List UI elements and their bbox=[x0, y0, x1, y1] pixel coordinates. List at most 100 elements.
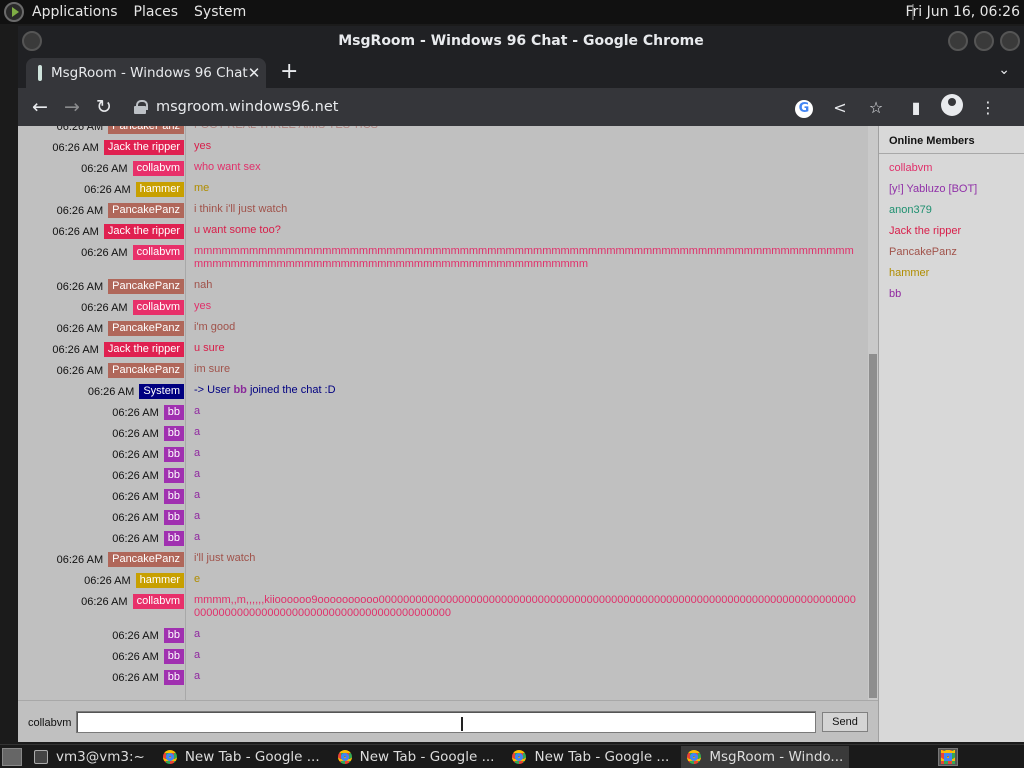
message-meta: 06:26 AM bb bbox=[112, 489, 184, 504]
chat-message: 06:26 AM PancakePanz i'll just watch bbox=[18, 550, 868, 571]
message-input[interactable] bbox=[76, 711, 816, 733]
nickname-label[interactable]: collabvm bbox=[28, 717, 71, 729]
message-meta: 06:26 AM bb bbox=[112, 510, 184, 525]
chat-message: 06:26 AM collabvm mmmm,,m,,,,,,kiioooooo9o… bbox=[18, 592, 868, 626]
address-bar[interactable]: msgroom.windows96.net bbox=[124, 92, 786, 122]
member-item[interactable]: anon379 bbox=[879, 200, 1024, 221]
bookmark-star-icon[interactable]: ☆ bbox=[858, 98, 894, 117]
taskbar-task[interactable]: MsgRoom - Windo... bbox=[681, 745, 850, 768]
taskbar-task[interactable]: vm3@vm3:~ bbox=[28, 746, 151, 768]
distro-logo-icon[interactable] bbox=[4, 2, 24, 22]
window-titlebar[interactable]: MsgRoom - Windows 96 Chat - Google Chrom… bbox=[18, 26, 1024, 56]
member-item[interactable]: bb bbox=[879, 284, 1024, 305]
reload-icon[interactable]: ↻ bbox=[88, 96, 120, 118]
system-text-prefix: -> User bbox=[194, 384, 234, 396]
message-username-badge[interactable]: bb bbox=[163, 649, 184, 664]
share-icon[interactable]: < bbox=[822, 98, 858, 117]
show-desktop-icon[interactable] bbox=[2, 747, 22, 766]
taskbar-task[interactable]: New Tab - Google ... bbox=[332, 746, 501, 768]
chat-log[interactable]: 06:26 AM PancakePanz FOOT REAL THREE AIMS … bbox=[18, 126, 878, 700]
message-meta: 06:26 AM PancakePanz bbox=[57, 363, 184, 378]
message-username-badge[interactable]: PancakePanz bbox=[108, 321, 184, 336]
maximize-button[interactable] bbox=[974, 31, 994, 51]
message-time: 06:26 AM bbox=[52, 343, 99, 356]
message-username-badge[interactable]: PancakePanz bbox=[108, 552, 184, 567]
message-meta: 06:26 AM Jack the ripper bbox=[52, 342, 184, 357]
chat-message: 06:26 AM hammer e bbox=[18, 571, 868, 592]
panel-clock[interactable]: Fri Jun 16, 06:26 bbox=[905, 0, 1020, 24]
close-tab-icon[interactable]: ✕ bbox=[248, 64, 261, 82]
message-time: 06:26 AM bbox=[81, 162, 128, 175]
chat-message: 06:26 AM Jack the ripper u sure bbox=[18, 340, 868, 361]
tab-msgroom[interactable]: MsgRoom - Windows 96 Chat ✕ bbox=[26, 58, 266, 88]
message-time: 06:26 AM bbox=[112, 406, 159, 419]
tray-chrome-icon[interactable] bbox=[938, 748, 958, 766]
message-username-badge[interactable]: bb bbox=[163, 628, 184, 643]
message-username-badge[interactable]: PancakePanz bbox=[108, 126, 184, 134]
minimize-button[interactable] bbox=[948, 31, 968, 51]
lock-icon[interactable] bbox=[134, 100, 148, 114]
message-username-badge[interactable]: bb bbox=[163, 468, 184, 483]
message-username-badge[interactable]: bb bbox=[163, 405, 184, 420]
member-item[interactable]: [y!] Yabluzo [BOT] bbox=[879, 179, 1024, 200]
message-username-badge[interactable]: bb bbox=[163, 426, 184, 441]
page-viewport: 06:26 AM PancakePanz FOOT REAL THREE AIMS … bbox=[18, 126, 1024, 742]
message-username-badge[interactable]: bb bbox=[163, 489, 184, 504]
message-meta: 06:26 AM PancakePanz bbox=[57, 279, 184, 294]
message-username-badge[interactable]: collabvm bbox=[132, 300, 184, 315]
message-text: a bbox=[194, 405, 201, 417]
message-meta: 06:26 AM collabvm bbox=[81, 245, 184, 260]
taskbar: vm3@vm3:~ New Tab - Google ... New Tab - G… bbox=[0, 744, 1024, 768]
message-username-badge[interactable]: PancakePanz bbox=[108, 279, 184, 294]
system-menu[interactable]: System bbox=[186, 0, 254, 24]
member-item[interactable]: PancakePanz bbox=[879, 242, 1024, 263]
member-item[interactable]: hammer bbox=[879, 263, 1024, 284]
new-tab-icon[interactable]: + bbox=[280, 60, 298, 84]
message-username-badge[interactable]: hammer bbox=[135, 573, 184, 588]
message-username-badge[interactable]: bb bbox=[163, 670, 184, 685]
places-menu[interactable]: Places bbox=[126, 0, 187, 24]
tab-search-chevron-icon[interactable]: ⌄ bbox=[998, 62, 1010, 78]
google-lens-icon[interactable]: G bbox=[786, 97, 822, 118]
taskbar-task-label: MsgRoom - Windo... bbox=[709, 748, 844, 765]
message-username-badge[interactable]: collabvm bbox=[132, 594, 184, 609]
message-username-badge[interactable]: Jack the ripper bbox=[103, 140, 184, 155]
url-text[interactable]: msgroom.windows96.net bbox=[156, 99, 338, 115]
message-text: a bbox=[194, 670, 201, 682]
message-list: 06:26 AM PancakePanz FOOT REAL THREE AIMS … bbox=[18, 126, 868, 689]
chat-scroll-thumb[interactable] bbox=[869, 354, 877, 698]
kebab-menu-icon[interactable]: ⋮ bbox=[970, 98, 1006, 117]
chrome-icon bbox=[337, 749, 352, 764]
message-username-badge[interactable]: collabvm bbox=[132, 245, 184, 260]
message-username-badge[interactable]: collabvm bbox=[132, 161, 184, 176]
window-menu-button[interactable] bbox=[22, 31, 42, 51]
message-username-badge[interactable]: Jack the ripper bbox=[103, 224, 184, 239]
taskbar-task[interactable]: New Tab - Google ... bbox=[157, 746, 326, 768]
message-username-badge[interactable]: hammer bbox=[135, 182, 184, 197]
taskbar-task[interactable]: New Tab - Google ... bbox=[506, 746, 675, 768]
message-time: 06:26 AM bbox=[112, 511, 159, 524]
chat-message: 06:26 AM bb a bbox=[18, 487, 868, 508]
message-text: i'll just watch bbox=[194, 552, 256, 564]
message-username-badge[interactable]: bb bbox=[163, 510, 184, 525]
member-item[interactable]: Jack the ripper bbox=[879, 221, 1024, 242]
message-username-badge[interactable]: System bbox=[139, 384, 184, 399]
message-meta: 06:26 AM hammer bbox=[84, 182, 184, 197]
forward-arrow-icon[interactable]: → bbox=[56, 96, 88, 118]
message-username-badge[interactable]: Jack the ripper bbox=[103, 342, 184, 357]
member-item[interactable]: collabvm bbox=[879, 158, 1024, 179]
send-button[interactable]: Send bbox=[822, 712, 868, 732]
message-text: a bbox=[194, 649, 201, 661]
message-username-badge[interactable]: bb bbox=[163, 447, 184, 462]
chat-message: 06:26 AM Jack the ripper yes bbox=[18, 138, 868, 159]
side-panel-icon[interactable]: ▮ bbox=[898, 98, 934, 117]
chat-scrollbar[interactable] bbox=[868, 126, 878, 700]
message-time: 06:26 AM bbox=[112, 490, 159, 503]
close-window-button[interactable] bbox=[1000, 31, 1020, 51]
message-username-badge[interactable]: PancakePanz bbox=[108, 203, 184, 218]
message-username-badge[interactable]: PancakePanz bbox=[108, 363, 184, 378]
message-username-badge[interactable]: bb bbox=[163, 531, 184, 546]
applications-menu[interactable]: Applications bbox=[24, 0, 126, 24]
back-arrow-icon[interactable]: ← bbox=[24, 96, 56, 118]
profile-avatar-icon[interactable] bbox=[934, 94, 970, 120]
